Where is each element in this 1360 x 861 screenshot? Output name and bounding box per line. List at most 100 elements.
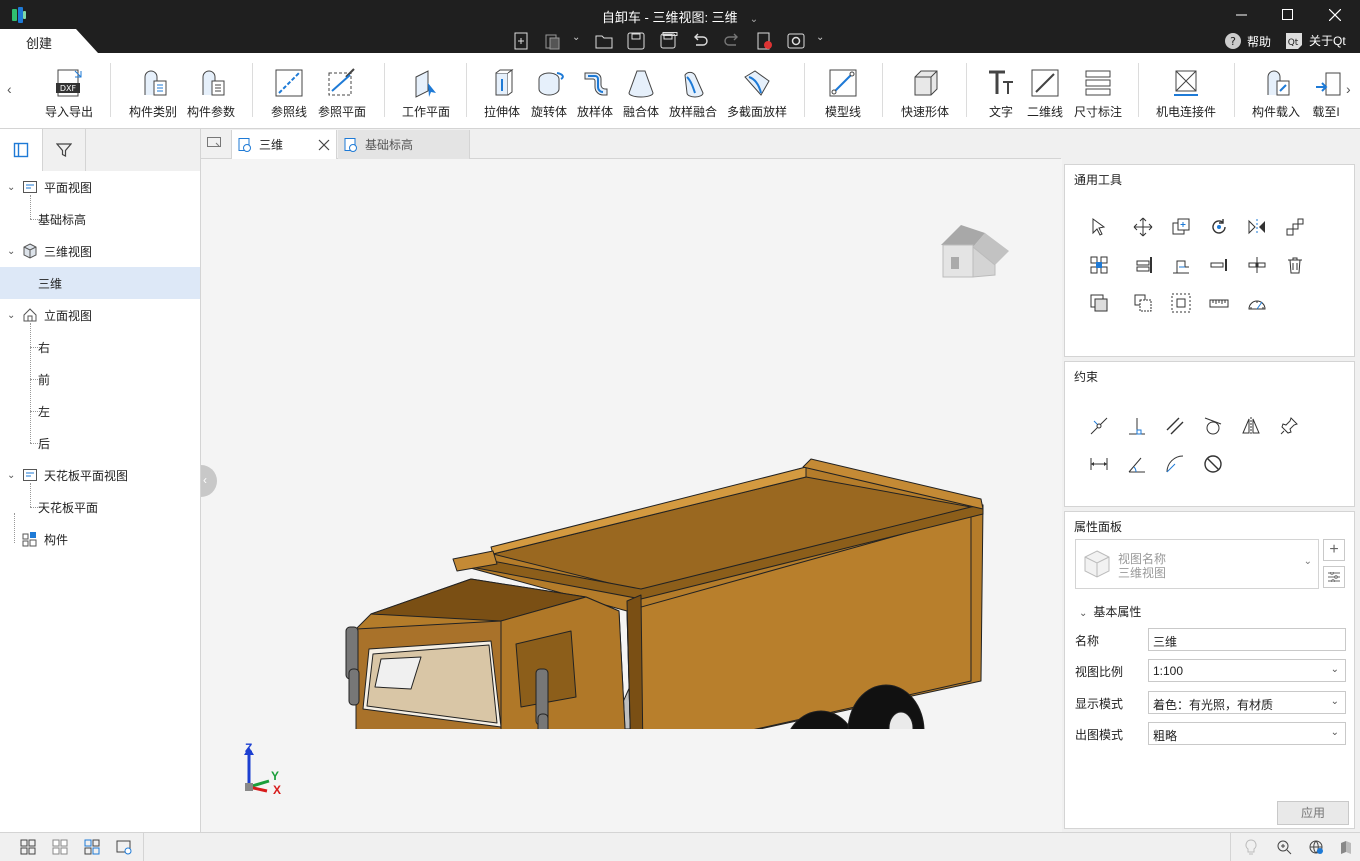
coincident-constraint-icon[interactable] <box>1089 416 1109 436</box>
split-icon[interactable] <box>1209 255 1229 275</box>
tree-item-components[interactable]: 构件 <box>0 523 200 555</box>
measure-icon[interactable] <box>1209 293 1229 313</box>
apply-button[interactable]: 应用 <box>1277 801 1349 825</box>
ribbon-button-quick-shape[interactable]: 快速形体 <box>896 53 954 129</box>
doc-tab-base-level[interactable]: 基础标高 <box>338 130 470 159</box>
grid-view-icon[interactable] <box>52 839 68 855</box>
3d-viewport[interactable]: ‹ Z Y X <box>201 159 1062 832</box>
redo-icon[interactable] <box>722 32 742 50</box>
tree-item-base-level[interactable]: 基础标高 <box>0 203 200 235</box>
ribbon-button-reference-line[interactable]: 参照线 <box>266 53 312 129</box>
tree-item-3d[interactable]: 三维 <box>0 267 200 299</box>
align-icon[interactable] <box>1089 255 1109 275</box>
title-dropdown-icon[interactable]: ⌄ <box>750 14 758 25</box>
paste-dropdown-icon[interactable]: ⌄ <box>572 32 580 43</box>
basic-properties-section[interactable]: ⌄ 基本属性 <box>1079 603 1141 620</box>
zoom-fit-icon[interactable] <box>1276 839 1292 855</box>
mirror-icon[interactable] <box>1247 217 1267 237</box>
group-icon[interactable] <box>1171 293 1191 313</box>
ribbon-button-component-category[interactable]: 构件类别 <box>125 53 181 129</box>
tile-view-icon[interactable] <box>20 839 36 855</box>
pin-constraint-icon[interactable] <box>1279 416 1299 436</box>
tree-item-left[interactable]: 左 <box>0 395 200 427</box>
help-button[interactable]: ? 帮助 <box>1224 32 1271 50</box>
tree-item-front[interactable]: 前 <box>0 363 200 395</box>
type-selector[interactable]: 视图名称 三维视图 ⌄ <box>1075 539 1319 589</box>
tree-item-plan-views[interactable]: ⌄ 平面视图 <box>0 171 200 203</box>
ribbon-button-load-into[interactable]: 载至I <box>1306 53 1346 129</box>
collapse-panel-handle[interactable]: ‹ <box>201 465 217 497</box>
collapse-chevron-icon[interactable]: ⌄ <box>7 470 15 481</box>
horizontal-dimension-icon[interactable] <box>1089 454 1109 474</box>
delete-file-icon[interactable] <box>754 32 774 50</box>
paste-icon[interactable] <box>543 32 563 50</box>
view-scale-select[interactable]: 1:100 ⌄ <box>1148 659 1346 682</box>
tree-item-ceiling-plan[interactable]: 天花板平面 <box>0 491 200 523</box>
display-mode-select[interactable]: 着色：有光照，有材质 ⌄ <box>1148 691 1346 714</box>
perpendicular-constraint-icon[interactable] <box>1127 416 1147 436</box>
name-field[interactable]: 三维 <box>1148 628 1346 651</box>
ribbon-button-blend[interactable]: 融合体 <box>618 53 664 129</box>
move-icon[interactable] <box>1133 217 1153 237</box>
collapse-chevron-icon[interactable]: ⌄ <box>7 310 15 321</box>
angle-measure-icon[interactable] <box>1247 293 1267 313</box>
close-window-button[interactable] <box>1312 0 1358 29</box>
maximize-button[interactable] <box>1264 0 1310 29</box>
close-tab-icon[interactable] <box>318 139 330 151</box>
ribbon-button-component-load[interactable]: 构件载入 <box>1248 53 1304 129</box>
ribbon-button-multi-section-loft[interactable]: 多截面放样 <box>724 53 790 129</box>
select-pointer-icon[interactable] <box>1089 217 1109 237</box>
display-style-icon[interactable] <box>1338 839 1354 855</box>
undo-icon[interactable] <box>690 32 710 50</box>
collapse-chevron-icon[interactable]: ⌄ <box>7 246 15 257</box>
ribbon-button-text[interactable]: 文字 <box>980 53 1022 129</box>
view-cube-home-icon[interactable] <box>937 219 1011 281</box>
angle-constraint-icon[interactable] <box>1127 454 1147 474</box>
cascade-view-icon[interactable] <box>84 839 100 855</box>
about-qt-button[interactable]: Qt 关于Qt <box>1284 32 1346 49</box>
offset-icon[interactable] <box>1133 255 1153 275</box>
edit-type-button[interactable] <box>1323 566 1345 588</box>
doc-tab-3d[interactable]: 三维 <box>231 130 337 159</box>
minimize-button[interactable] <box>1218 0 1264 29</box>
ribbon-button-import-export[interactable]: DXF 导入导出 <box>40 53 98 129</box>
ribbon-tab-create[interactable]: 创建 <box>0 29 98 53</box>
tree-item-right[interactable]: 右 <box>0 331 200 363</box>
settings-icon[interactable] <box>786 32 806 50</box>
save-icon[interactable] <box>626 32 646 50</box>
tree-item-back[interactable]: 后 <box>0 427 200 459</box>
tree-item-elevation-views[interactable]: ⌄ 立面视图 <box>0 299 200 331</box>
delete-icon[interactable] <box>1285 255 1305 275</box>
add-type-button[interactable]: + <box>1323 539 1345 561</box>
save-as-icon[interactable] <box>658 32 678 50</box>
copy-to-clipboard-icon[interactable] <box>1133 293 1153 313</box>
ribbon-button-dimension[interactable]: 尺寸标注 <box>1070 53 1126 129</box>
array-icon[interactable] <box>1285 217 1305 237</box>
browser-tab-filter[interactable] <box>43 129 86 171</box>
ribbon-button-mep-connector[interactable]: 机电连接件 <box>1152 53 1220 129</box>
tree-item-3d-views[interactable]: ⌄ 三维视图 <box>0 235 200 267</box>
radius-constraint-icon[interactable] <box>1165 454 1185 474</box>
browser-tab-tree[interactable] <box>0 129 43 171</box>
split-element-icon[interactable] <box>1247 255 1267 275</box>
ribbon-button-model-line[interactable]: 模型线 <box>820 53 866 129</box>
window-view-icon[interactable] <box>116 839 132 855</box>
parallel-constraint-icon[interactable] <box>1165 416 1185 436</box>
ribbon-scroll-left-icon[interactable]: ‹ <box>7 81 12 97</box>
tree-item-ceiling-plan-views[interactable]: ⌄ 天花板平面视图 <box>0 459 200 491</box>
trim-extend-icon[interactable] <box>1171 255 1191 275</box>
output-mode-select[interactable]: 粗略 ⌄ <box>1148 722 1346 745</box>
ribbon-button-2d-line[interactable]: 二维线 <box>1022 53 1068 129</box>
ribbon-button-reference-plane[interactable]: 参照平面 <box>314 53 370 129</box>
symmetry-constraint-icon[interactable] <box>1241 416 1261 436</box>
ribbon-button-component-params[interactable]: 构件参数 <box>183 53 239 129</box>
ribbon-scroll-right-icon[interactable]: › <box>1346 81 1351 97</box>
new-file-icon[interactable] <box>511 32 531 50</box>
ribbon-button-extrusion[interactable]: 拉伸体 <box>480 53 524 129</box>
ribbon-button-swept-blend[interactable]: 放样融合 <box>664 53 722 129</box>
dump-truck-model[interactable] <box>341 309 1001 729</box>
settings-dropdown-icon[interactable]: ⌄ <box>816 32 824 43</box>
ribbon-button-work-plane[interactable]: 工作平面 <box>398 53 454 129</box>
lightbulb-icon[interactable] <box>1243 839 1259 855</box>
diameter-constraint-icon[interactable] <box>1203 454 1223 474</box>
